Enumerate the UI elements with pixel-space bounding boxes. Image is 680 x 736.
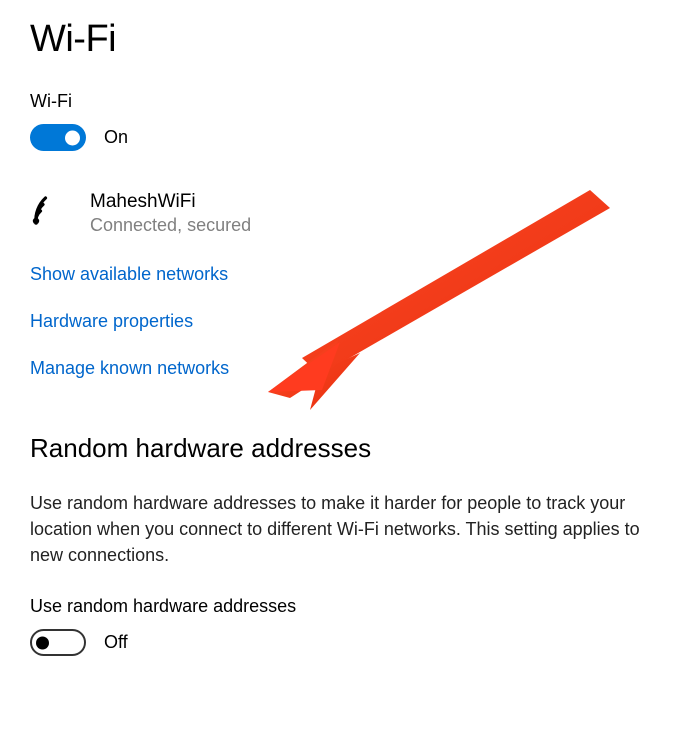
page-title: Wi-Fi (30, 18, 650, 61)
random-hw-toggle[interactable] (30, 629, 86, 656)
wifi-section-label: Wi-Fi (30, 91, 650, 112)
current-network[interactable]: MaheshWiFi Connected, secured (30, 191, 650, 236)
network-name: MaheshWiFi (90, 191, 251, 213)
toggle-knob (36, 636, 49, 649)
wifi-toggle[interactable] (30, 124, 86, 151)
wifi-toggle-state-label: On (104, 127, 128, 148)
random-hw-toggle-state-label: Off (104, 632, 128, 653)
manage-known-networks-link[interactable]: Manage known networks (30, 358, 229, 379)
network-status: Connected, secured (90, 215, 251, 236)
network-info: MaheshWiFi Connected, secured (90, 191, 251, 236)
wifi-toggle-row: On (30, 124, 650, 151)
random-hw-description: Use random hardware addresses to make it… (30, 490, 640, 568)
wifi-signal-icon (30, 193, 72, 230)
random-hw-label: Use random hardware addresses (30, 596, 650, 617)
hardware-properties-link[interactable]: Hardware properties (30, 311, 193, 332)
show-available-networks-link[interactable]: Show available networks (30, 264, 228, 285)
toggle-knob (65, 130, 80, 145)
random-hw-heading: Random hardware addresses (30, 433, 650, 464)
random-hw-toggle-row: Off (30, 629, 650, 656)
